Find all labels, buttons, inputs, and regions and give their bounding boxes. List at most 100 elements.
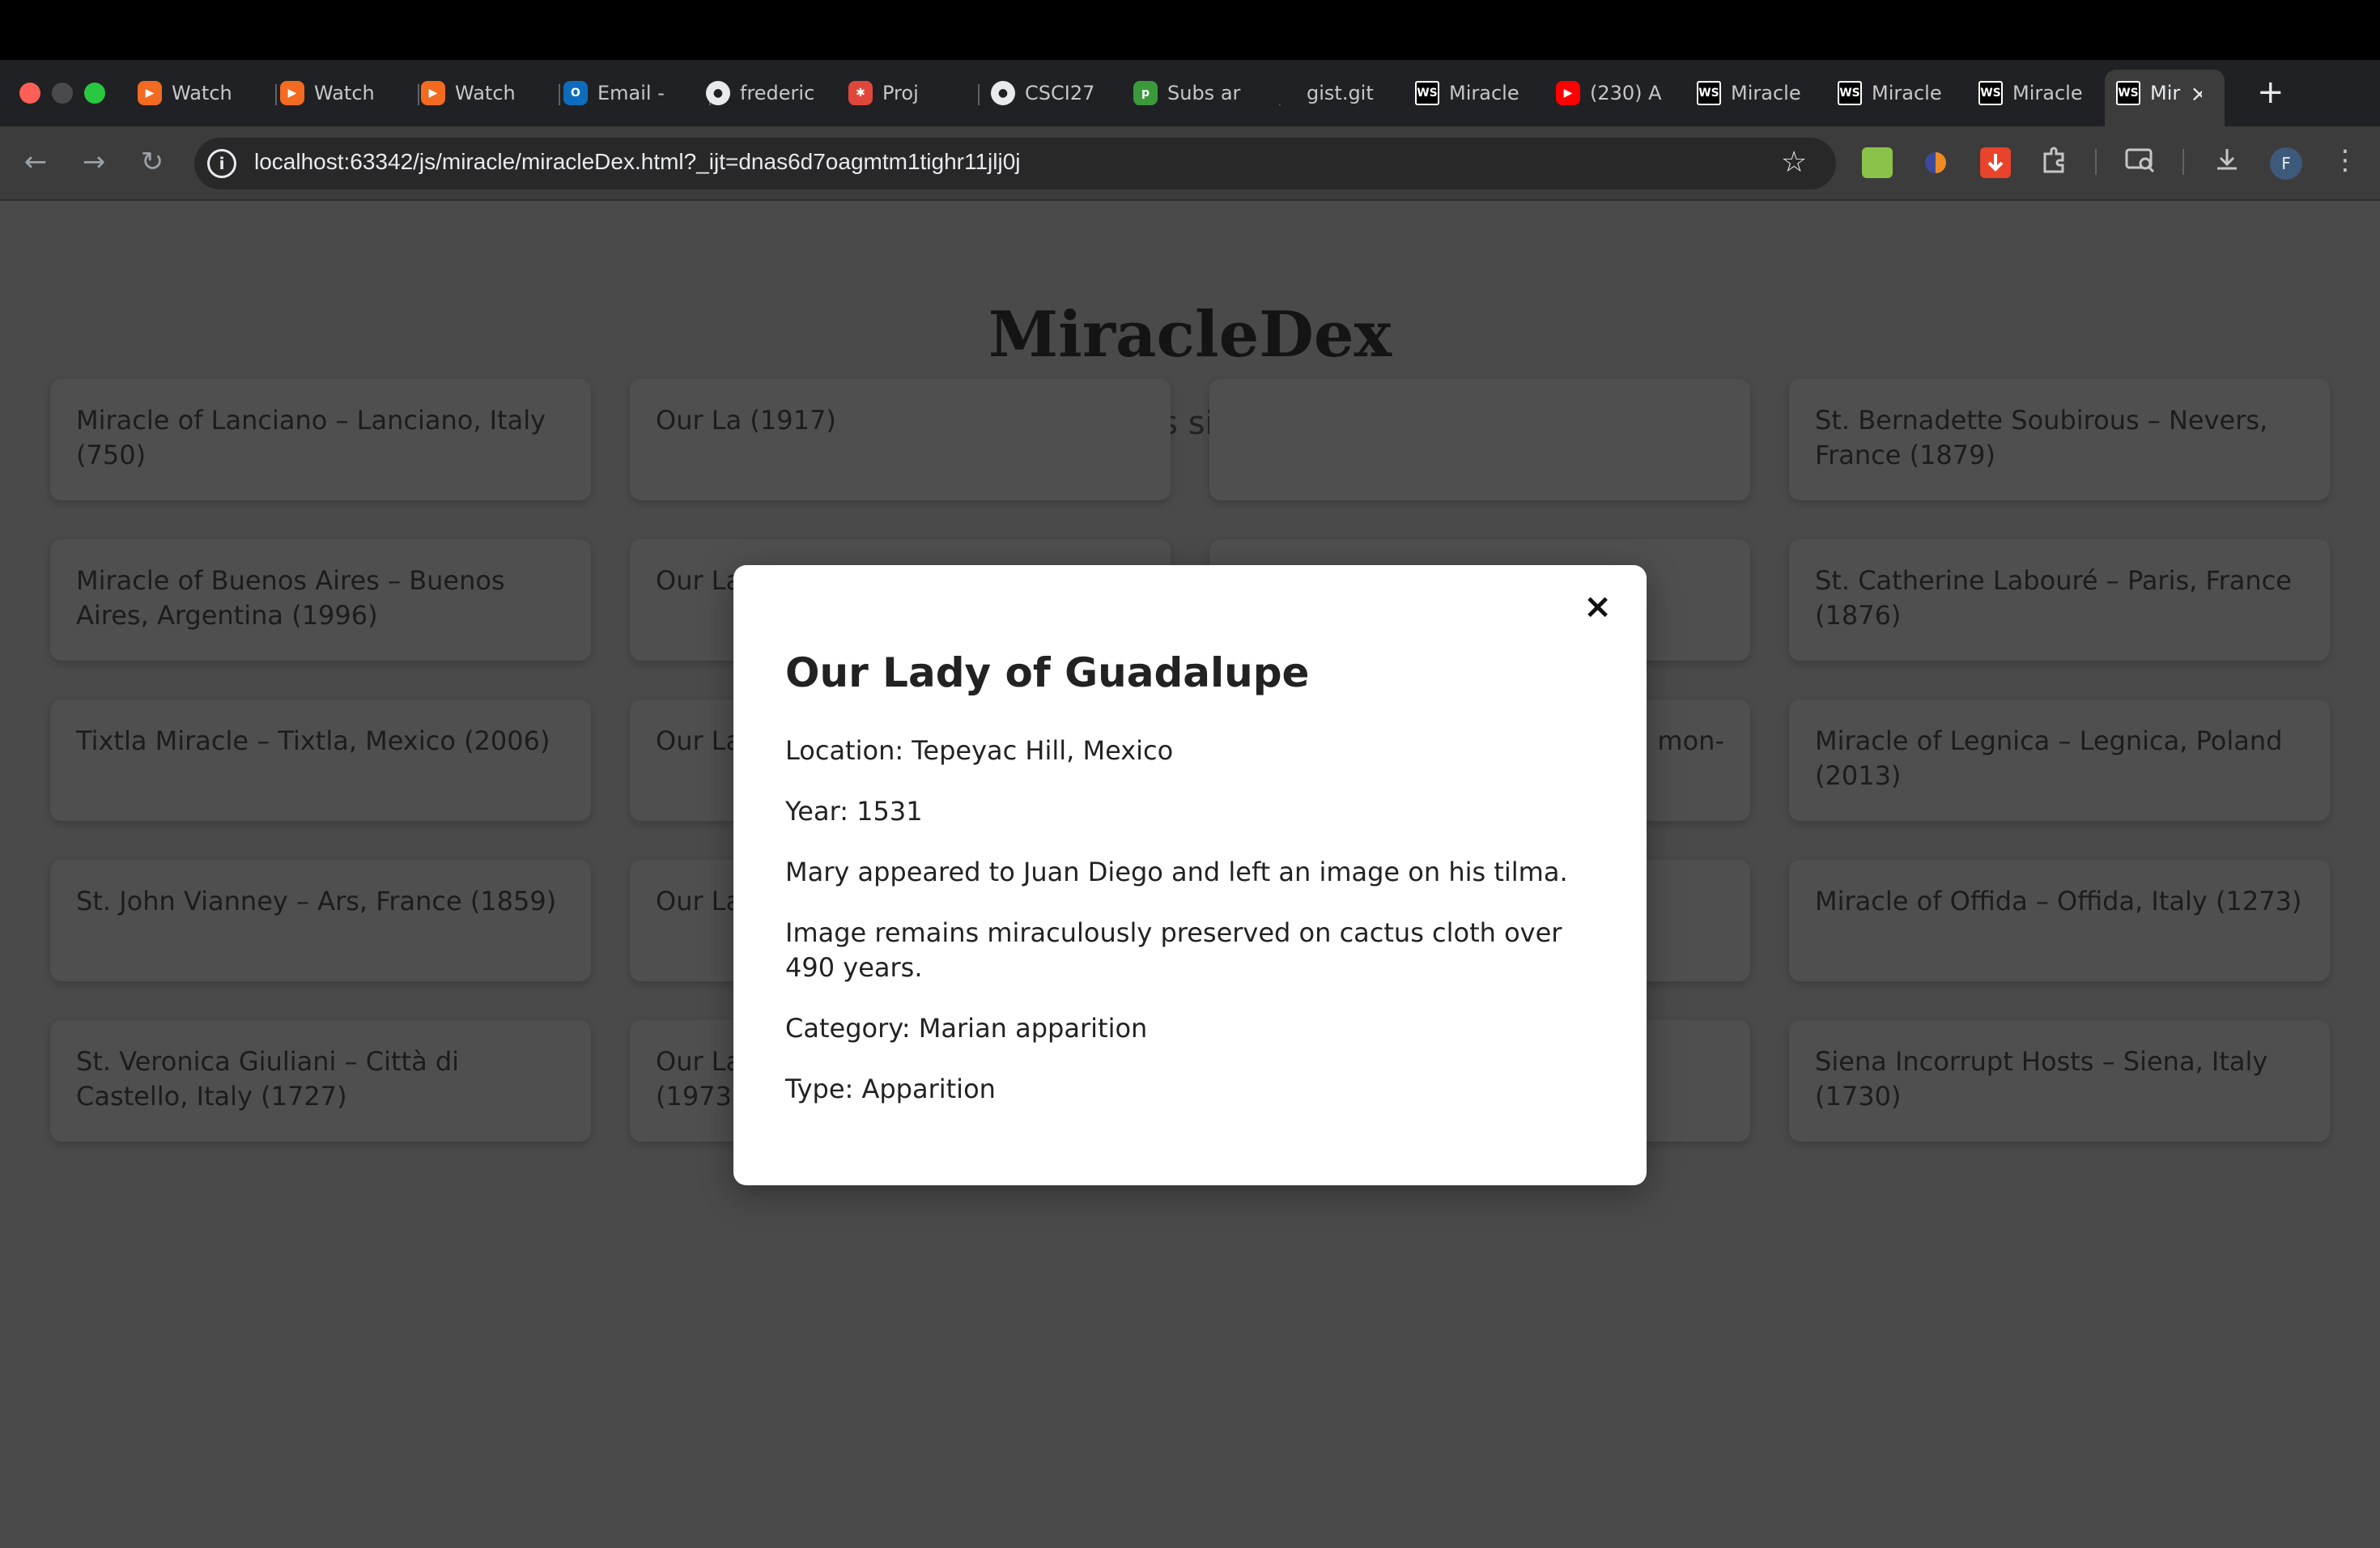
bookmark-star-icon[interactable]: ☆ <box>1781 146 1807 179</box>
toolbar-separator <box>2182 149 2184 175</box>
miracle-detail-modal: × Our Lady of Guadalupe Location: Tepeya… <box>733 565 1647 1185</box>
miracle-card[interactable]: St. Veronica Giuliani – Città di Castell… <box>50 1020 591 1142</box>
new-tab-button[interactable]: + <box>2257 76 2284 108</box>
extension-download-icon[interactable] <box>1980 147 2011 178</box>
modal-category: Category: Marian apparition <box>785 1013 1148 1044</box>
tab-search-icon[interactable] <box>2124 144 2157 182</box>
browser-tab[interactable]: WS Miracle <box>1838 73 1980 113</box>
modal-note: Image remains miraculously preserved on … <box>785 917 1562 983</box>
browser-tab[interactable]: ● frederic <box>706 73 848 113</box>
browser-tab[interactable]: WS Miracle <box>1415 73 1558 113</box>
browser-tab[interactable]: ▶ (230) A <box>1556 73 1698 113</box>
play-icon: ▶ <box>280 81 304 105</box>
browser-tab[interactable]: p Subs ar <box>1133 73 1276 113</box>
macos-menubar <box>0 0 2380 60</box>
browser-tab[interactable]: O Email - <box>563 73 706 113</box>
close-window-button[interactable] <box>19 83 40 104</box>
tab-separator <box>275 84 277 105</box>
tab-separator <box>559 84 560 105</box>
webstorm-icon: WS <box>1697 81 1721 105</box>
miracle-card[interactable]: St. John Vianney – Ars, France (1859) <box>50 860 591 981</box>
browser-tab[interactable]: ✱ Proj <box>848 73 975 113</box>
reload-icon[interactable]: ↻ <box>136 146 168 178</box>
back-icon[interactable]: ← <box>19 146 52 178</box>
miracle-card[interactable]: Tixtla Miracle – Tixtla, Mexico (2006) <box>50 700 591 821</box>
tab-label: Mir <box>2150 82 2181 104</box>
miracle-card-label: Siena Incorrupt Hosts – Siena, Italy (17… <box>1815 1046 2268 1112</box>
modal-location: Location: Tepeyac Hill, Mexico <box>785 735 1174 766</box>
miracle-card-label: Miracle of Lanciano – Lanciano, Italy (7… <box>76 405 546 470</box>
tab-label: (230) A <box>1590 82 1662 104</box>
miracle-card[interactable]: St. Catherine Labouré – Paris, France (1… <box>1789 539 2330 661</box>
miracle-card-label: Tixtla Miracle – Tixtla, Mexico (2006) <box>76 725 550 756</box>
downloads-icon[interactable] <box>2212 144 2242 182</box>
browser-tab[interactable]: ▶ Watch <box>138 73 272 113</box>
github-icon: ● <box>706 81 730 105</box>
play-icon: ▶ <box>421 81 445 105</box>
url-text[interactable]: localhost:63342/js/miracle/miracleDex.ht… <box>254 149 1021 175</box>
webstorm-icon: WS <box>1415 81 1439 105</box>
tab-label: gist.git <box>1307 82 1374 104</box>
browser-tab[interactable]: ● CSCI27 <box>991 73 1133 113</box>
miracle-card[interactable]: St. Bernadette Soubirous – Nevers, Franc… <box>1789 379 2330 500</box>
zoom-window-button[interactable] <box>84 83 105 104</box>
modal-description: Mary appeared to Juan Diego and left an … <box>785 857 1568 887</box>
tab-label: Watch <box>455 82 516 104</box>
miracle-card[interactable] <box>1209 379 1750 500</box>
miracle-card[interactable]: Miracle of Offida – Offida, Italy (1273) <box>1789 860 2330 981</box>
webstorm-icon: WS <box>1838 81 1862 105</box>
close-icon[interactable]: × <box>1583 586 1612 626</box>
miracle-card-label: St. Catherine Labouré – Paris, France (1… <box>1815 565 2292 631</box>
p-icon: p <box>1133 81 1158 105</box>
browser-tab[interactable]: ▶ Watch <box>421 73 555 113</box>
play-icon: ▶ <box>138 81 162 105</box>
extension-swirl-icon[interactable] <box>1920 147 1951 178</box>
webstorm-icon: WS <box>1978 81 2003 105</box>
extension-glasses-icon[interactable] <box>1862 147 1893 178</box>
miracle-card[interactable]: Miracle of Buenos Aires – Buenos Aires, … <box>50 539 591 661</box>
tab-label: Miracle <box>1872 82 1942 104</box>
tab-label: frederic <box>740 82 815 104</box>
toolbar-separator <box>2095 149 2097 175</box>
tab-label: Miracle <box>2012 82 2083 104</box>
browser-tab[interactable]: ▶ Watch <box>280 73 414 113</box>
modal-type: Type: Apparition <box>785 1074 996 1104</box>
github-icon: ● <box>1273 81 1297 105</box>
miracle-card[interactable]: Miracle of Legnica – Legnica, Poland (20… <box>1789 700 2330 821</box>
miracle-card-label: St. Bernadette Soubirous – Nevers, Franc… <box>1815 405 2268 470</box>
browser-menu-icon[interactable]: ⋮ <box>2331 144 2359 176</box>
tab-label: Watch <box>172 82 232 104</box>
miracle-card-label: Miracle of Buenos Aires – Buenos Aires, … <box>76 565 505 631</box>
site-info-icon[interactable]: i <box>207 149 236 178</box>
youtube-icon: ▶ <box>1556 81 1580 105</box>
profile-avatar[interactable]: F <box>2270 147 2302 180</box>
miracle-card[interactable]: Miracle of Lanciano – Lanciano, Italy (7… <box>50 379 591 500</box>
miracle-card[interactable]: Our La (1917) <box>630 379 1171 500</box>
tab-label: Email - <box>597 82 665 104</box>
tab-label: Watch <box>314 82 375 104</box>
miracle-card-label: Our La <box>656 725 742 756</box>
tab-label: CSCI27 <box>1025 82 1095 104</box>
browser-tab[interactable]: ● gist.git <box>1273 73 1415 113</box>
modal-title: Our Lady of Guadalupe <box>785 649 1310 696</box>
miracle-card-label: St. Veronica Giuliani – Città di Castell… <box>76 1046 460 1112</box>
miracle-card-label: Our La (1917) <box>656 405 836 436</box>
minimize-window-button[interactable] <box>52 83 73 104</box>
miracle-card-label: Miracle of Legnica – Legnica, Poland (20… <box>1815 725 2283 791</box>
miracle-card-label: St. John Vianney – Ars, France (1859) <box>76 886 557 916</box>
tab-separator <box>978 84 980 105</box>
webstorm-icon: WS <box>2116 81 2140 105</box>
forward-icon[interactable]: → <box>78 146 110 178</box>
miracle-card[interactable]: Siena Incorrupt Hosts – Siena, Italy (17… <box>1789 1020 2330 1142</box>
tab-close-icon[interactable]: × <box>2190 80 2202 107</box>
tab-label: Miracle <box>1449 82 1519 104</box>
tab-label: Miracle <box>1731 82 1801 104</box>
extensions-puzzle-icon[interactable] <box>2038 144 2069 182</box>
github-icon: ● <box>991 81 1015 105</box>
tab-separator <box>418 84 419 105</box>
browser-tab[interactable]: WS Miracle <box>1697 73 1839 113</box>
page-title: MiracleDex <box>988 298 1392 372</box>
browser-tab[interactable]: WS Mir × <box>2116 73 2202 113</box>
browser-tab[interactable]: WS Miracle <box>1978 73 2121 113</box>
tab-label: Subs ar <box>1167 82 1241 104</box>
